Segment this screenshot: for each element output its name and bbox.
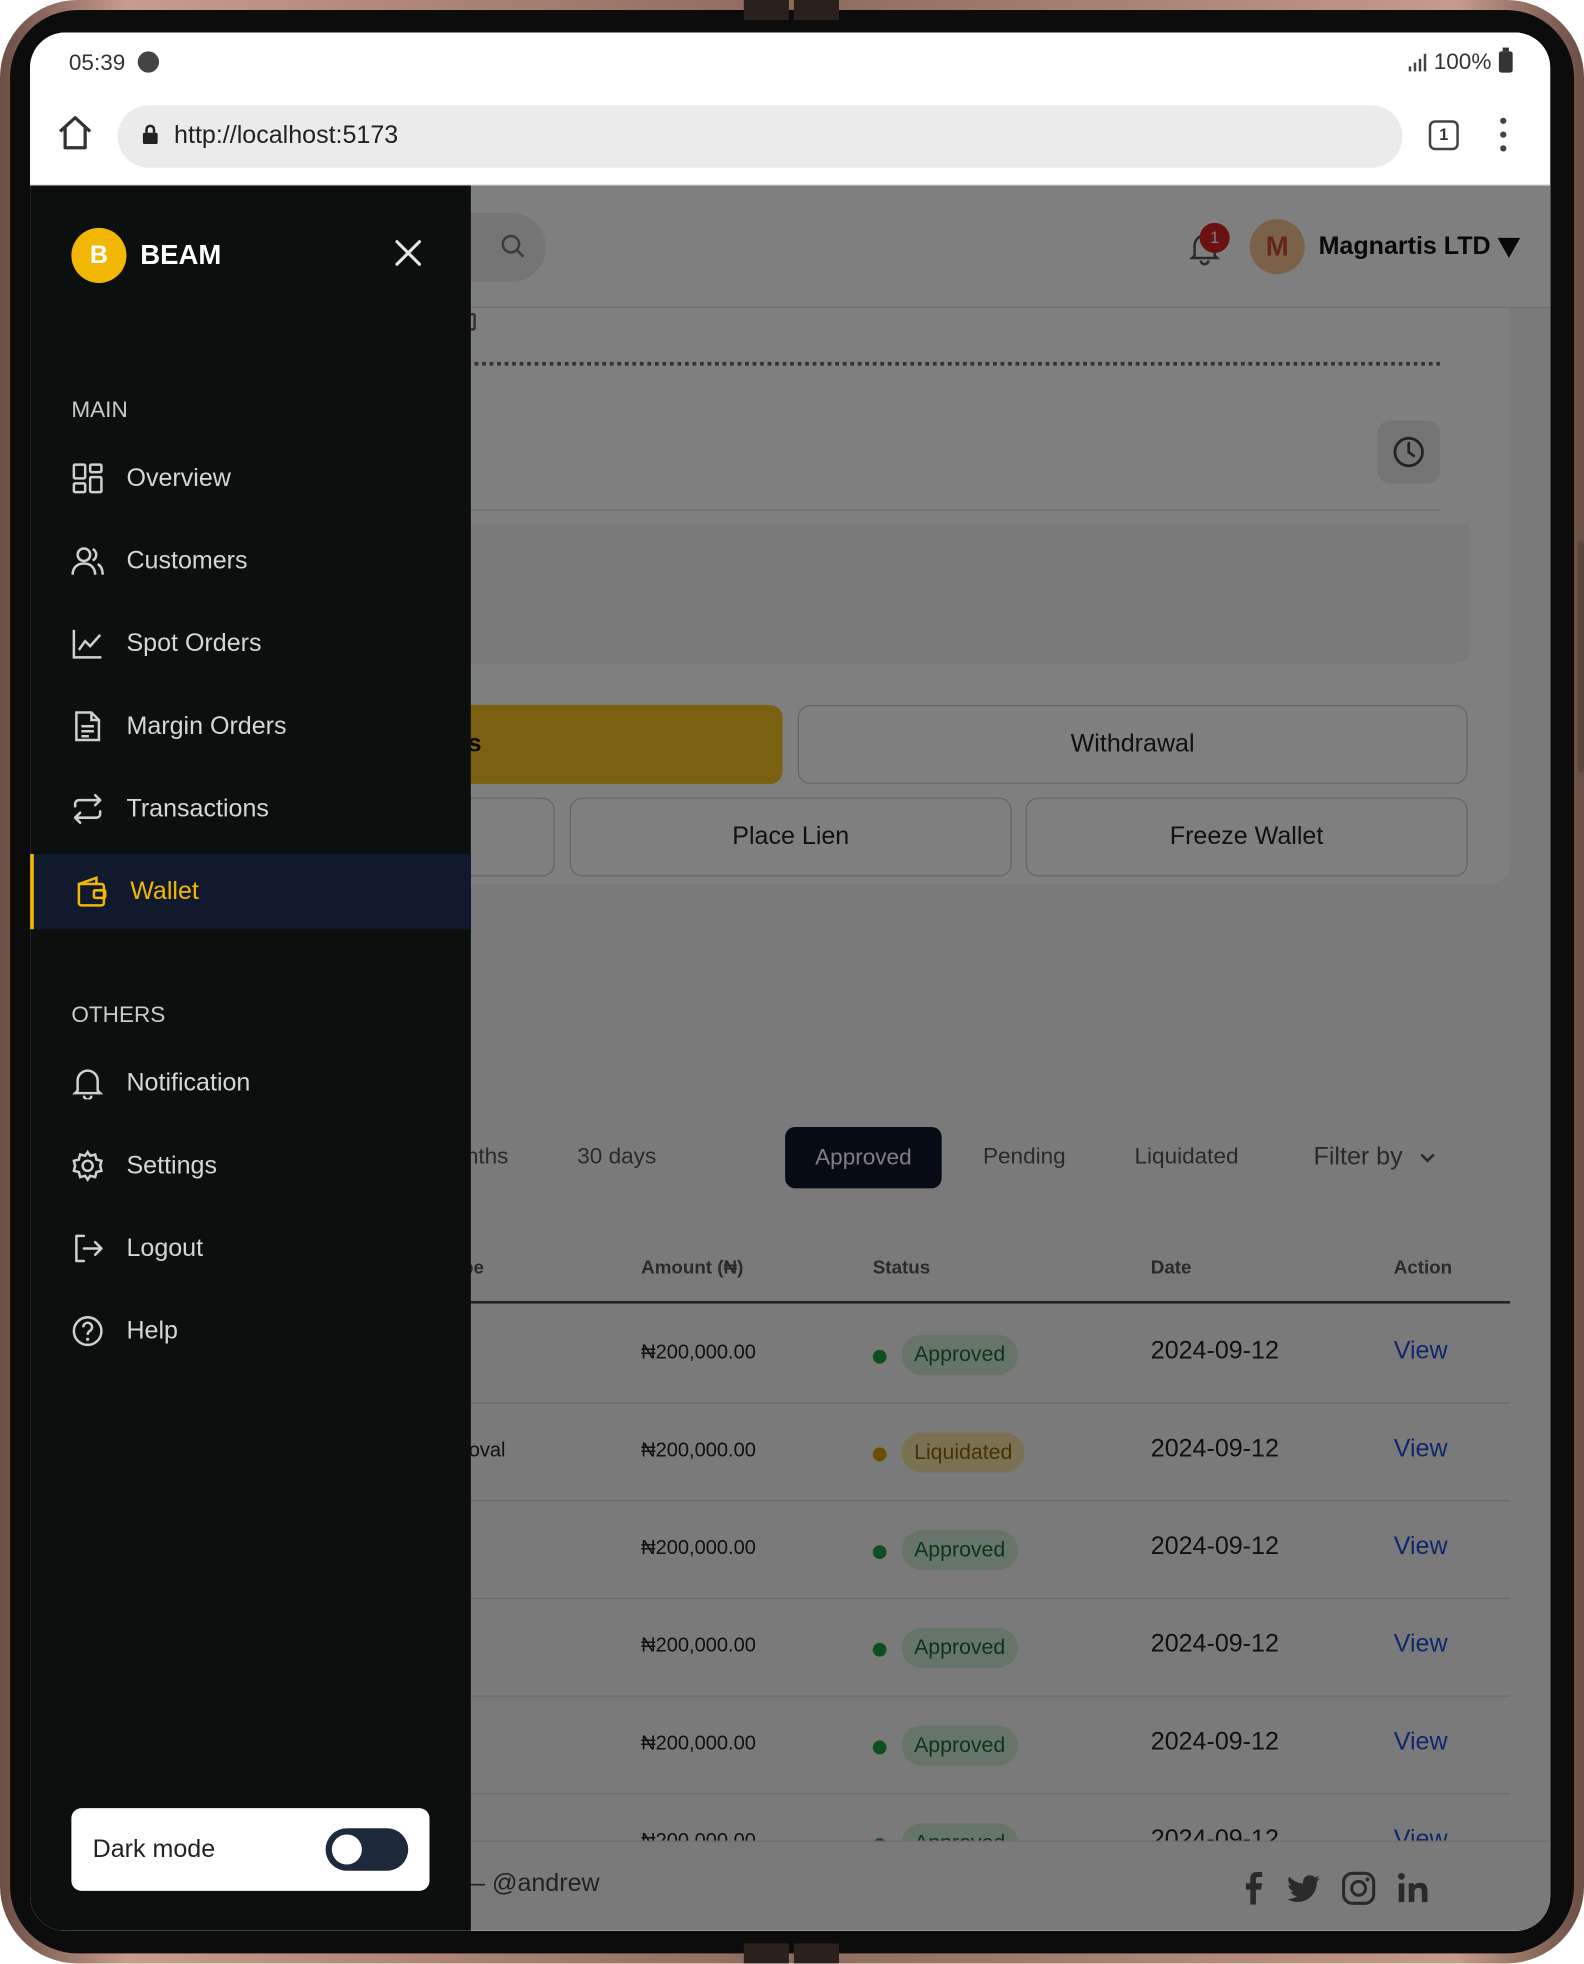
dark-mode-toggle[interactable]: Dark mode <box>71 1808 430 1891</box>
sidebar-item-settings[interactable]: Settings <box>30 1128 471 1203</box>
users-icon <box>71 547 104 575</box>
tab-switcher-button[interactable]: 1 <box>1428 120 1459 151</box>
sidebar-item-label: Help <box>126 1317 178 1345</box>
battery-icon <box>1498 47 1513 73</box>
url-text: http://localhost:5173 <box>174 121 399 150</box>
sidebar-item-label: Logout <box>126 1234 204 1263</box>
sidebar-item-overview[interactable]: Overview <box>30 441 471 516</box>
hinge-bottom-left <box>743 1943 789 1964</box>
close-icon[interactable] <box>393 238 423 268</box>
bell-icon <box>72 1069 104 1100</box>
sidebar-item-customers[interactable]: Customers <box>30 523 471 598</box>
section-label-main: MAIN <box>71 396 128 422</box>
grid-icon <box>72 463 103 494</box>
device-frame: 05:39 100% http://localhost:5173 1 B BEA… <box>0 0 1584 1964</box>
sidebar: B BEAM MAIN Overview Customers Spot Orde… <box>30 185 471 1931</box>
help-icon <box>72 1316 103 1347</box>
sidebar-item-label: Margin Orders <box>126 712 287 741</box>
brand-logo: B <box>71 227 127 283</box>
sidebar-item-label: Notification <box>126 1069 251 1097</box>
url-field[interactable]: http://localhost:5173 <box>117 105 1403 168</box>
sidebar-item-spot-orders[interactable]: Spot Orders <box>30 606 471 681</box>
dark-mode-label: Dark mode <box>92 1835 216 1864</box>
sidebar-item-help[interactable]: Help <box>30 1294 471 1369</box>
sidebar-item-margin-orders[interactable]: Margin Orders <box>30 689 471 764</box>
status-bar: 05:39 100% <box>30 32 1551 91</box>
lock-icon <box>142 124 158 145</box>
sidebar-item-label: Customers <box>126 547 248 575</box>
sidebar-item-label: Settings <box>126 1152 217 1180</box>
gear-icon <box>72 1149 103 1182</box>
browser-toolbar: http://localhost:5173 1 <box>30 90 1551 186</box>
wallet-icon <box>77 876 107 907</box>
section-label-others: OTHERS <box>71 1001 166 1027</box>
screen: 05:39 100% http://localhost:5173 1 B BEA… <box>30 32 1551 1931</box>
app-page: 1 M Magnartis LTD nds Withdrawa <box>30 185 1551 1931</box>
sidebar-item-label: Wallet <box>130 877 199 906</box>
hinge-top-left <box>743 0 789 21</box>
home-icon[interactable] <box>55 113 95 153</box>
brand-name: BEAM <box>140 239 222 271</box>
sidebar-item-transactions[interactable]: Transactions <box>30 771 471 846</box>
sidebar-item-label: Overview <box>126 464 231 493</box>
hinge-bottom-right <box>793 1943 839 1964</box>
sidebar-item-label: Transactions <box>126 795 269 823</box>
sidebar-item-wallet[interactable]: Wallet <box>30 854 471 930</box>
sidebar-item-label: Spot Orders <box>126 629 262 658</box>
spotify-icon <box>137 51 160 73</box>
sidebar-item-notification[interactable]: Notification <box>30 1046 471 1121</box>
document-icon <box>75 711 101 742</box>
sidebar-item-logout[interactable]: Logout <box>30 1211 471 1286</box>
side-button <box>1577 540 1584 773</box>
hinge-top-right <box>793 0 839 21</box>
logout-icon <box>75 1234 103 1263</box>
signal-icon <box>1408 53 1427 71</box>
browser-menu-icon[interactable] <box>1498 115 1508 155</box>
arrows-swap-icon <box>73 793 102 824</box>
dark-mode-switch[interactable] <box>325 1828 409 1871</box>
status-time: 05:39 <box>68 50 126 76</box>
chart-line-icon <box>72 629 102 659</box>
battery-percent: 100% <box>1433 48 1492 74</box>
